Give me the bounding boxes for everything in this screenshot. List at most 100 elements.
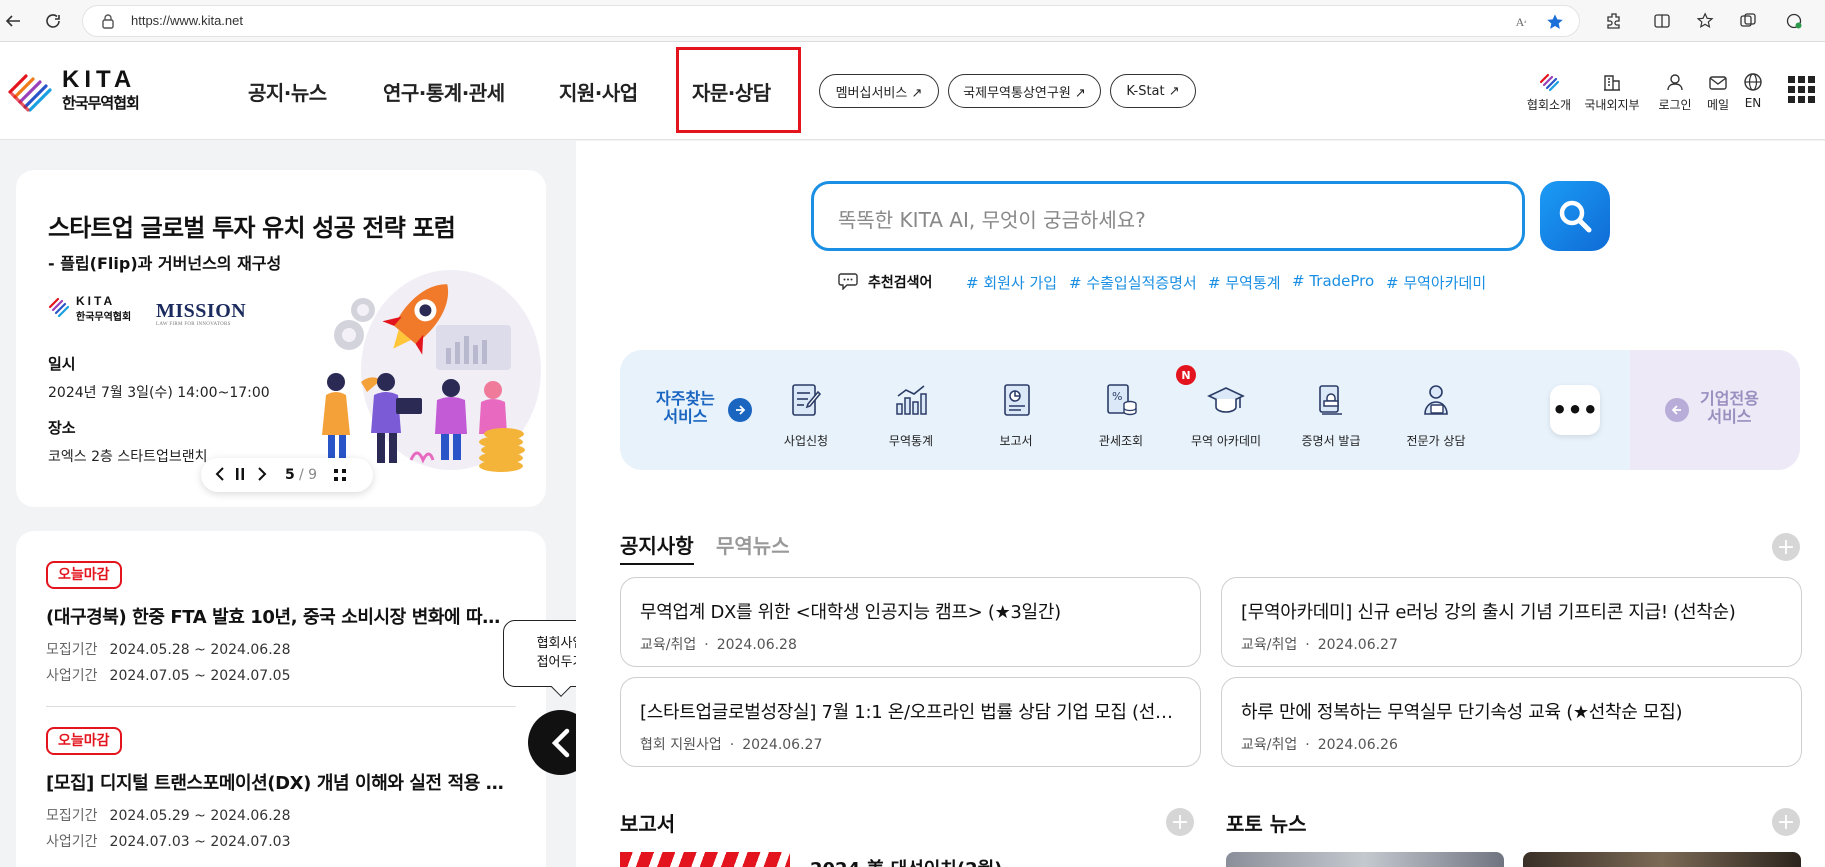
frequent-services-label-1: 자주찾는 [656,389,715,408]
news-card-date: 2024.06.27 [742,737,823,753]
nav-notice-news[interactable]: 공지·뉴스 [248,42,327,140]
arrow-left-icon[interactable] [1665,398,1689,422]
frequent-services-title: 자주찾는 서비스 [656,390,715,426]
corporate-services-label-1: 기업전용 [1700,389,1759,408]
news-card[interactable]: [스타트업글로벌성장실] 7월 1:1 온/오프라인 법률 상담 기업 모집 (… [620,677,1201,767]
service-trade-academy[interactable]: 무역 아카데미 [1178,378,1274,449]
browser-toolbar: https://www.kita.net Aᵃ [0,0,1825,42]
recruit-period-label: 모집기간 [46,642,98,658]
branch-offices-button[interactable]: 국내외지부 [1584,70,1640,113]
back-icon[interactable] [0,8,26,34]
kita-logo[interactable]: KITA 한국무역협회 [6,66,156,112]
pager-grid-icon[interactable] [333,468,347,486]
service-label: 사업신청 [783,434,829,448]
svg-text:%: % [1112,390,1122,403]
service-tariff-lookup[interactable]: % 관세조회 [1073,378,1169,449]
deadline-list: 오늘마감 (대구경북) 한중 FTA 발효 10년, 중국 소비시장 변화에 따… [16,531,546,867]
chevron-left-icon [551,728,569,757]
refresh-icon[interactable] [40,8,66,34]
copilot-icon[interactable] [1782,9,1806,33]
about-association-label: 협회소개 [1526,98,1572,112]
service-label: 전문가 상담 [1406,434,1466,448]
event-banner[interactable]: 스타트업 글로벌 투자 유치 성공 전략 포럼 - 플립(Flip)과 거버넌스… [16,170,546,507]
extensions-icon[interactable] [1602,9,1626,33]
pager-pause-icon[interactable] [235,467,245,485]
building-icon [1584,70,1640,92]
news-card-title: 하루 만에 정복하는 무역실무 단기속성 교육 (★선착순 모집) [1241,702,1683,723]
address-bar[interactable]: https://www.kita.net Aᵃ [82,5,1580,37]
ai-search-field[interactable]: 똑똑한 KITA AI, 무엇이 궁금하세요? [811,181,1525,251]
banner-title: 스타트업 글로벌 투자 유치 성공 전략 포럼 [48,214,456,242]
pager-next-icon[interactable] [257,467,267,485]
tag-trade-stats[interactable]: # 무역통계 [1208,272,1281,293]
news-card-title: [무역아카데미] 신규 e러닝 강의 출시 기념 기프티콘 지급! (선착순) [1241,602,1736,623]
nav-research-stats-tariff[interactable]: 연구·통계·관세 [383,42,505,140]
about-association-button[interactable]: 협회소개 [1521,70,1577,113]
search-button[interactable] [1540,181,1610,251]
list-item-title[interactable]: (대구경북) 한중 FTA 발효 10년, 중국 소비시장 변화에 따른 대응 … [46,603,516,629]
tag-export-certificate[interactable]: # 수출입실적증명서 [1069,272,1197,293]
branch-offices-label: 국내외지부 [1584,98,1640,112]
read-aloud-icon[interactable]: Aᵃ [1511,12,1531,32]
globe-icon [1725,70,1781,92]
favorite-star-icon[interactable] [1545,12,1565,32]
recruit-period: 모집기간 2024.05.28 ~ 2024.06.28 [46,639,516,659]
language-en-button[interactable]: EN [1725,70,1781,110]
statistics-icon [863,378,959,422]
split-screen-icon[interactable] [1650,9,1674,33]
business-period-value: 2024.07.05 ~ 2024.07.05 [109,668,291,684]
recruit-period-value: 2024.05.29 ~ 2024.06.28 [109,808,291,824]
news-more-plus-icon[interactable]: + [1772,533,1800,561]
all-menu-icon[interactable] [1788,76,1815,103]
tab-notices[interactable]: 공지사항 [620,530,694,565]
photo-news-thumbnail[interactable] [1523,852,1801,867]
news-card[interactable]: 하루 만에 정복하는 무역실무 단기속성 교육 (★선착순 모집) 교육/취업 ·… [1221,677,1802,767]
tag-tradepro[interactable]: # TradePro [1292,272,1374,290]
nav-support-business[interactable]: 지원·사업 [559,42,638,140]
kita-partner-mark-icon [48,297,70,318]
more-services-button[interactable]: ••• [1550,385,1600,435]
service-expert-consulting[interactable]: 전문가 상담 [1388,378,1484,449]
service-reports[interactable]: 보고서 [968,378,1064,449]
news-card[interactable]: 무역업계 DX를 위한 <대학생 인공지능 캠프> (★3일간) 교육/취업 · 2… [620,577,1201,667]
report-item-title[interactable]: 2024 美 대선이치(2월) [810,855,1002,867]
trade-institute-link[interactable]: 국제무역통상연구원 ↗ [948,74,1101,108]
reports-more-plus-icon[interactable]: + [1166,808,1194,836]
favorites-icon[interactable] [1694,9,1718,33]
pager-prev-icon[interactable] [215,467,225,485]
list-item[interactable]: 오늘마감 (대구경북) 한중 FTA 발효 10년, 중국 소비시장 변화에 따… [46,561,516,685]
news-card-category: 교육/취업 [1241,737,1298,753]
banner-date-label: 일시 [48,355,76,373]
news-card-title: 무역업계 DX를 위한 <대학생 인공지능 캠프> (★3일간) [640,602,1061,623]
tag-member-join[interactable]: # 회원사 가입 [966,272,1057,293]
photo-news-section-title: 포토 뉴스 [1226,812,1307,836]
academy-icon [1178,378,1274,422]
report-thumbnail[interactable] [620,852,790,867]
frequent-services-label-2: 서비스 [663,407,708,426]
photo-news-thumbnail[interactable] [1226,852,1504,867]
list-item[interactable]: 오늘마감 [모집] 디지털 트랜스포메이션(DX) 개념 이해와 실전 적용 방… [46,727,516,851]
service-certificate[interactable]: 증명서 발급 [1283,378,1379,449]
news-card[interactable]: [무역아카데미] 신규 e러닝 강의 출시 기념 기프티콘 지급! (선착순) … [1221,577,1802,667]
news-card-meta: 교육/취업 · 2024.06.28 [640,637,797,653]
banner-date-value: 2024년 7월 3일(수) 14:00~17:00 [48,385,270,401]
tab-trade-news[interactable]: 무역뉴스 [716,530,790,559]
quick-services-bar: 자주찾는 서비스 사업신청 무역통계 보고서 % 관세조회 N 무역 아카데미 [620,350,1800,470]
service-label: 무역통계 [888,434,934,448]
business-period: 사업기간 2024.07.05 ~ 2024.07.05 [46,665,516,685]
news-card-date: 2024.06.28 [716,637,797,653]
service-business-application[interactable]: 사업신청 [758,378,854,449]
lock-icon [101,13,115,33]
deadline-badge: 오늘마감 [46,727,122,755]
arrow-right-icon[interactable] [728,398,752,422]
kita-small-logo-icon [1521,70,1577,92]
tag-trade-academy[interactable]: # 무역아카데미 [1386,272,1486,293]
nav-highlight-box [676,47,801,133]
photo-news-more-plus-icon[interactable]: + [1772,808,1800,836]
kstat-link[interactable]: K-Stat ↗ [1110,74,1196,108]
list-item-title[interactable]: [모집] 디지털 트랜스포메이션(DX) 개념 이해와 실전 적용 방안 [46,769,516,795]
membership-service-link[interactable]: 멤버십서비스 ↗ [819,74,939,108]
collections-icon[interactable] [1736,9,1760,33]
service-trade-statistics[interactable]: 무역통계 [863,378,959,449]
list-divider [46,706,516,707]
